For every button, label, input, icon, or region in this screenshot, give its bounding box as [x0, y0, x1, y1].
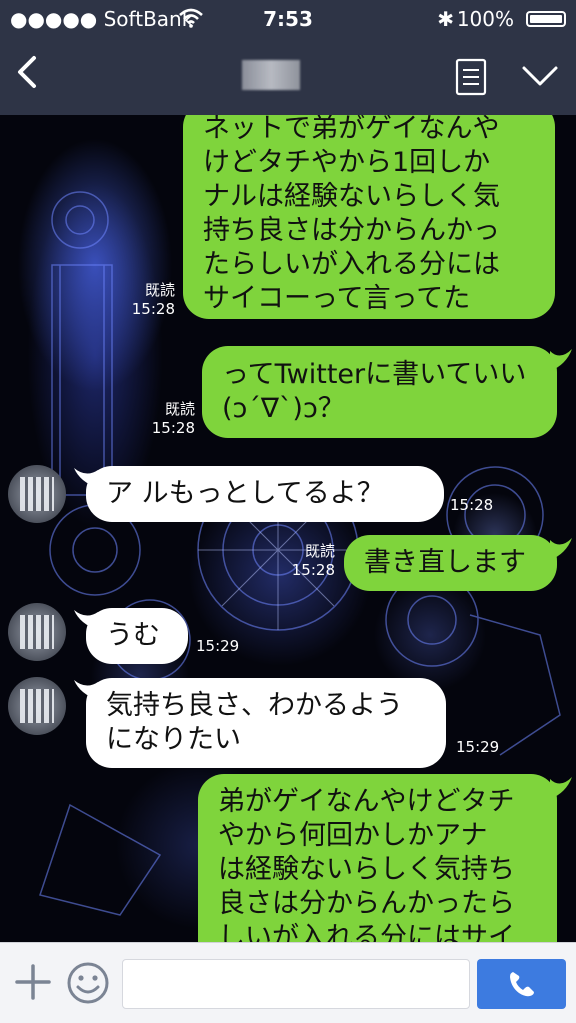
message-meta: 既読 15:28: [285, 542, 335, 580]
status-bar: ●●●●● SoftBank 7:53 ✱ 100%: [0, 0, 576, 38]
chat-header: [0, 38, 576, 115]
message-bubble-sent[interactable]: 書き直します: [344, 535, 557, 591]
bubble-tail: [74, 680, 98, 700]
read-receipt: 既読: [144, 281, 175, 299]
avatar[interactable]: [8, 603, 66, 661]
message-bubble-sent[interactable]: ネットで弟がゲイなんや けどタチやから1回しか ナルは経験ないらしく気 持ち良さ…: [183, 115, 555, 319]
contact-name-censored: [242, 60, 300, 90]
message-bubble-sent[interactable]: ってTwitterに書いていい (ↄ´∇`)ↄ？: [202, 346, 557, 438]
message-meta: 既読 15:28: [125, 281, 175, 319]
message-time: 15:29: [456, 738, 500, 756]
message-bubble-received[interactable]: 気持ち良さ、わかるよう になりたい: [86, 678, 446, 768]
chat-area[interactable]: ネットで弟がゲイなんや けどタチやから1回しか ナルは経験ないらしく気 持ち良さ…: [0, 115, 576, 942]
message-time: 15:29: [196, 637, 240, 655]
call-button[interactable]: [477, 959, 566, 1009]
message-bubble-received[interactable]: ア ルもっとしてるよ？: [86, 466, 444, 522]
message-bubble-sent[interactable]: 弟がゲイなんやけどタチ やから何回かしかアナ は経験ないらしく気持ち 良さは分か…: [198, 774, 557, 942]
message-time: 15:28: [291, 561, 335, 579]
bubble-tail: [550, 777, 572, 799]
bubble-tail: [550, 349, 572, 371]
message-meta: 既読 15:28: [145, 400, 195, 438]
message-time: 15:28: [151, 419, 195, 437]
chevron-left-icon[interactable]: [10, 52, 50, 92]
battery-percent: 100%: [456, 7, 514, 31]
bubble-tail: [550, 538, 572, 560]
battery-icon: [526, 11, 566, 27]
message-bubble-received[interactable]: うむ: [86, 608, 188, 664]
chevron-down-icon[interactable]: [520, 60, 560, 90]
smiley-icon[interactable]: [66, 961, 110, 1005]
bluetooth-icon: ✱: [437, 7, 454, 31]
plus-icon[interactable]: [14, 963, 52, 1001]
phone-icon: [507, 969, 537, 1003]
bubble-tail: [74, 468, 98, 488]
message-time: 15:28: [450, 496, 494, 514]
note-icon[interactable]: [455, 58, 487, 96]
bubble-tail: [74, 610, 98, 630]
avatar[interactable]: [8, 677, 66, 735]
message-input-bar: [0, 942, 576, 1023]
read-receipt: 既読: [304, 542, 335, 560]
message-time: 15:28: [131, 300, 175, 318]
read-receipt: 既読: [164, 400, 195, 418]
avatar[interactable]: [8, 465, 66, 523]
message-input[interactable]: [122, 959, 470, 1009]
